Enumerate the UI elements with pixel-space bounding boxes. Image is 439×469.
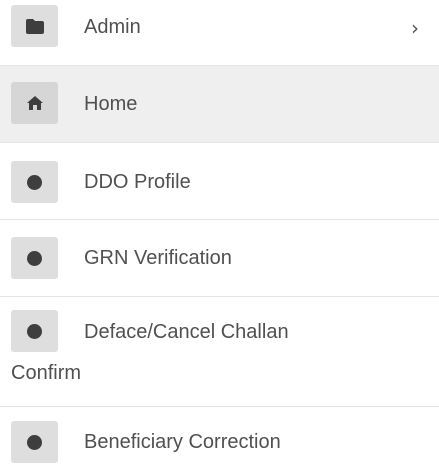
sidebar-item-admin[interactable]: Admin › <box>0 0 439 66</box>
circle-icon-box <box>11 161 58 203</box>
chevron-right-icon: › <box>411 16 419 40</box>
sidebar-item-label: Admin <box>84 16 141 38</box>
sidebar-item-label: GRN Verification <box>84 247 232 269</box>
circle-icon-box <box>11 237 58 279</box>
circle-icon <box>27 250 42 266</box>
sidebar-item-ddo-profile[interactable]: DDO Profile <box>0 143 439 220</box>
sidebar-item-label: Deface/Cancel Challan <box>84 321 289 343</box>
circle-icon-box <box>11 421 58 463</box>
sidebar-item-label: Beneficiary Correction <box>84 431 281 453</box>
home-icon-box <box>11 82 58 124</box>
sidebar-item-beneficiary-correction[interactable]: Beneficiary Correction <box>0 407 439 469</box>
folder-icon <box>25 18 44 34</box>
sidebar-item-label-continued: Confirm <box>11 362 82 384</box>
circle-icon <box>27 434 42 450</box>
sidebar-item-grn-verification[interactable]: GRN Verification <box>0 220 439 297</box>
home-icon <box>26 96 43 110</box>
sidebar-item-label: Home <box>84 93 138 115</box>
sidebar-item-deface-cancel-challan-confirm[interactable]: Deface/Cancel Challan Confirm <box>0 297 439 407</box>
circle-icon <box>27 174 42 190</box>
sidebar-item-label: DDO Profile <box>84 171 191 193</box>
folder-icon-box <box>11 5 58 47</box>
circle-icon-box <box>11 310 58 352</box>
circle-icon <box>27 323 42 339</box>
sidebar-menu: Admin › Home DDO Profile GRN Verificatio… <box>0 0 439 469</box>
sidebar-item-home[interactable]: Home <box>0 66 439 143</box>
